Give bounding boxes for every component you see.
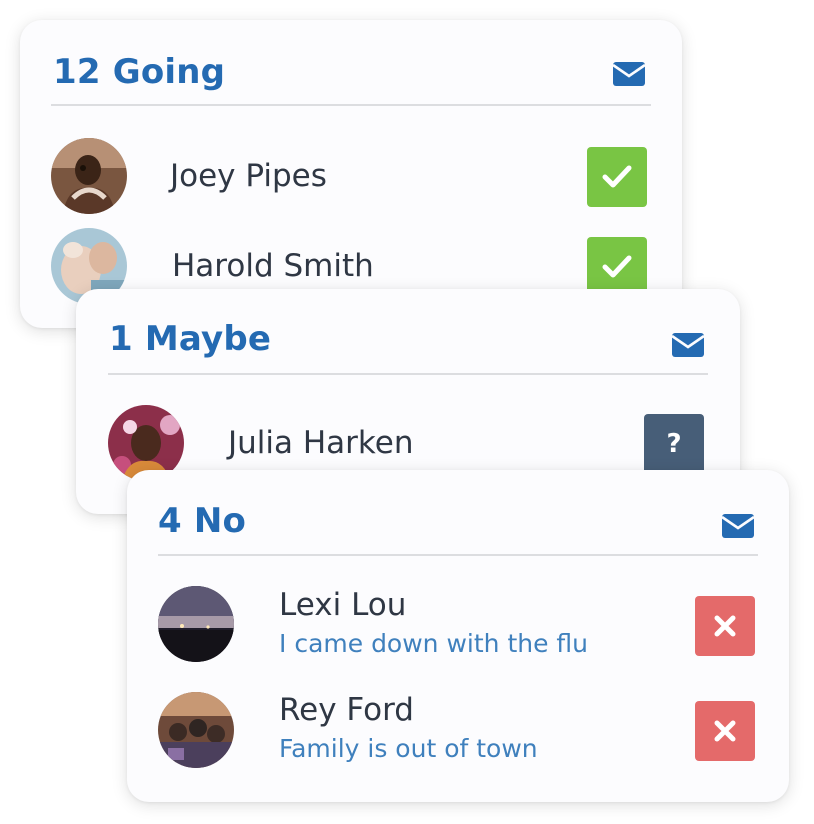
going-card: 12 Going Joey Pipes Harold Smith [20, 20, 682, 328]
going-status-button[interactable] [587, 147, 647, 207]
maybe-status-button[interactable]: ? [644, 414, 704, 474]
envelope-icon[interactable] [672, 333, 704, 357]
divider [158, 554, 758, 556]
x-icon [714, 720, 736, 742]
person-name: Harold Smith [172, 248, 374, 284]
person-name: Julia Harken [228, 425, 414, 461]
envelope-icon[interactable] [722, 514, 754, 538]
person-name: Rey Ford [279, 692, 414, 728]
decline-reason: Family is out of town [279, 734, 538, 763]
checkmark-icon [602, 165, 632, 188]
divider [51, 104, 651, 106]
no-heading: 4 No [158, 501, 247, 541]
going-status-button[interactable] [587, 237, 647, 297]
person-name: Joey Pipes [170, 158, 327, 194]
maybe-heading: 1 Maybe [109, 319, 272, 359]
going-heading: 12 Going [53, 52, 226, 92]
checkmark-icon [602, 255, 632, 278]
no-status-button[interactable] [695, 701, 755, 761]
avatar [51, 138, 127, 214]
avatar [158, 586, 234, 662]
no-status-button[interactable] [695, 596, 755, 656]
divider [108, 373, 708, 375]
avatar [158, 692, 234, 768]
x-icon [714, 615, 736, 637]
question-mark-label: ? [666, 429, 682, 459]
person-name: Lexi Lou [279, 587, 407, 623]
no-card: 4 No Lexi Lou I came down with the flu R… [127, 470, 789, 802]
envelope-icon[interactable] [613, 62, 645, 86]
decline-reason: I came down with the flu [279, 629, 589, 658]
